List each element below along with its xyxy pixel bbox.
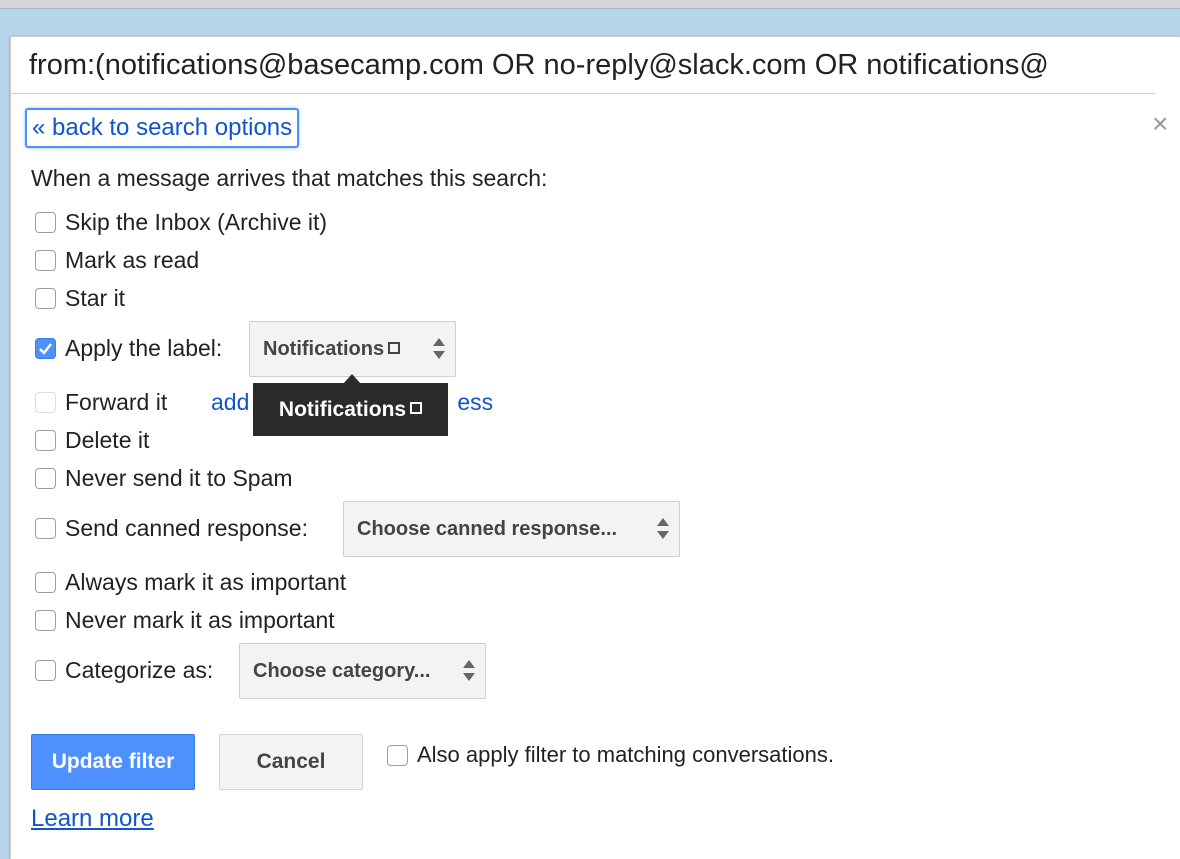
action-canned-response[interactable]: Send canned response: (35, 513, 308, 543)
close-icon[interactable]: × (1152, 109, 1168, 139)
star-it-checkbox[interactable] (35, 287, 56, 309)
back-to-search-options-link[interactable]: « back to search options (25, 108, 300, 148)
star-it-label: Star it (65, 285, 126, 311)
label-select[interactable]: Notifications (249, 321, 456, 377)
skip-inbox-checkbox[interactable] (35, 211, 56, 233)
action-categorize[interactable]: Categorize as: (35, 655, 213, 685)
never-spam-label: Never send it to Spam (65, 465, 293, 491)
also-apply-option[interactable]: Also apply filter to matching conversati… (387, 740, 834, 770)
never-important-label: Never mark it as important (65, 607, 335, 633)
categorize-label: Categorize as: (65, 657, 214, 683)
tooltip-text: Notifications (278, 398, 407, 421)
canned-response-label: Send canned response: (65, 515, 308, 541)
action-forward-it[interactable]: Forward it (35, 387, 167, 417)
categorize-checkbox[interactable] (35, 659, 56, 681)
filter-dialog: from:(notifications@basecamp.com OR no-r… (10, 36, 1180, 859)
always-important-label: Always mark it as important (65, 569, 347, 595)
category-select[interactable]: Choose category... (239, 643, 486, 699)
action-mark-as-read[interactable]: Mark as read (35, 245, 199, 275)
updown-arrows-icon (433, 338, 445, 362)
skip-inbox-label: Skip the Inbox (Archive it) (65, 209, 328, 235)
action-skip-inbox[interactable]: Skip the Inbox (Archive it) (35, 207, 327, 237)
apply-label-checkbox[interactable] (35, 337, 56, 359)
cancel-button[interactable]: Cancel (219, 734, 363, 790)
delete-it-label: Delete it (65, 427, 150, 453)
check-icon (39, 342, 52, 355)
action-apply-label[interactable]: Apply the label: (35, 333, 222, 363)
window-top-strip (0, 0, 1180, 9)
action-never-important[interactable]: Never mark it as important (35, 605, 335, 635)
action-always-important[interactable]: Always mark it as important (35, 567, 346, 597)
filter-intro-text: When a message arrives that matches this… (31, 165, 548, 191)
tooltip-pointer (343, 374, 361, 384)
category-select-value: Choose category... (253, 660, 431, 682)
learn-more-link[interactable]: Learn more (31, 804, 154, 834)
canned-response-checkbox[interactable] (35, 517, 56, 539)
updown-arrows-icon (463, 660, 475, 684)
apply-label-label: Apply the label: (65, 335, 223, 361)
forward-it-label: Forward it (65, 389, 168, 415)
never-spam-checkbox[interactable] (35, 467, 56, 489)
always-important-checkbox[interactable] (35, 571, 56, 593)
mark-as-read-checkbox[interactable] (35, 249, 56, 271)
forward-it-checkbox[interactable] (35, 391, 56, 413)
add-forwarding-address-tail: ess (457, 389, 494, 415)
updown-arrows-icon (657, 518, 669, 542)
canned-response-select[interactable]: Choose canned response... (343, 501, 680, 557)
square-icon (388, 341, 401, 354)
mark-as-read-label: Mark as read (65, 247, 200, 273)
add-forwarding-address-text: add (211, 389, 250, 415)
search-query-input[interactable]: from:(notifications@basecamp.com OR no-r… (11, 37, 1155, 94)
label-select-value: Notifications (263, 338, 385, 360)
update-filter-button[interactable]: Update filter (31, 734, 195, 790)
action-star-it[interactable]: Star it (35, 283, 125, 313)
never-important-checkbox[interactable] (35, 609, 56, 631)
action-never-spam[interactable]: Never send it to Spam (35, 463, 293, 493)
delete-it-checkbox[interactable] (35, 429, 56, 451)
square-icon (410, 402, 423, 415)
also-apply-label: Also apply filter to matching conversati… (417, 742, 834, 767)
label-tooltip: Notifications (253, 374, 448, 436)
canned-response-select-value: Choose canned response... (357, 518, 618, 540)
also-apply-checkbox[interactable] (387, 744, 408, 766)
action-delete-it[interactable]: Delete it (35, 425, 149, 455)
